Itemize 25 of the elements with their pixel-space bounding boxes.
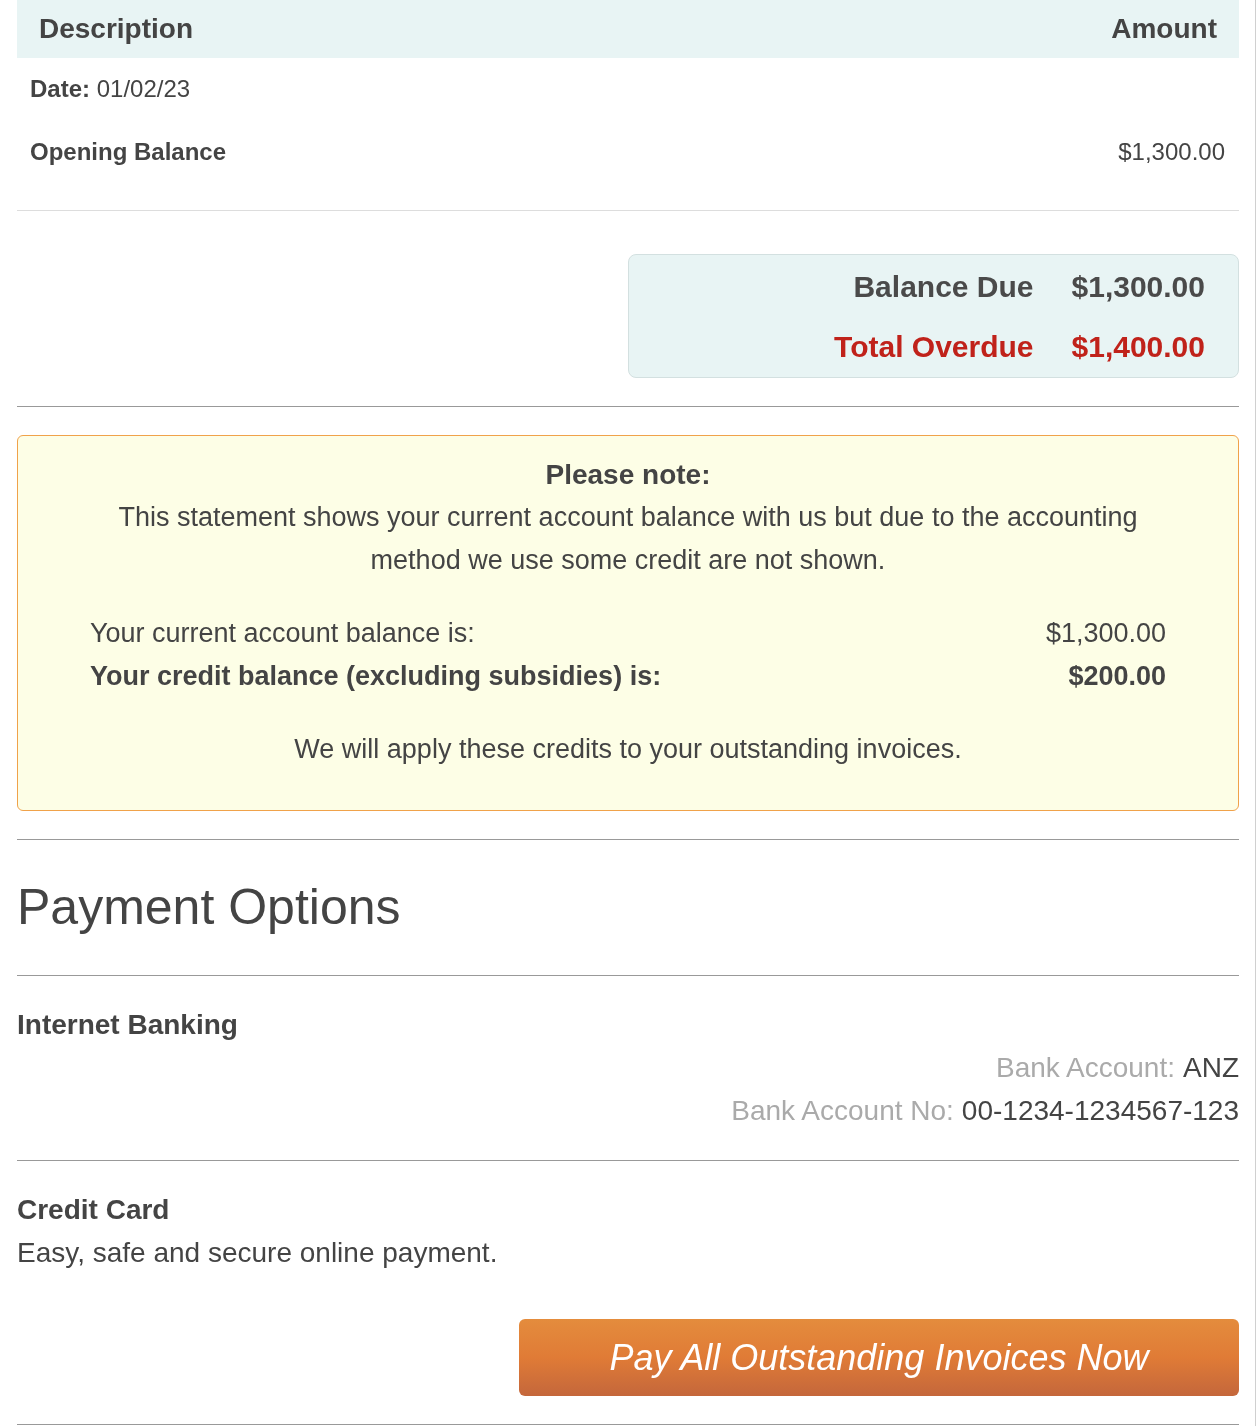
section-heading: Payment Options (17, 878, 401, 937)
payment-method-title: Credit Card (17, 1193, 170, 1227)
summary-label: Total Overdue (834, 328, 1034, 365)
summary-label: Balance Due (853, 268, 1034, 305)
bank-detail-label: Bank Account: (996, 1051, 1175, 1085)
balance-label: Your credit balance (excluding subsidies) is: (90, 660, 662, 693)
note-footer: We will apply these credits to your outstanding invoices. (294, 728, 962, 771)
item-description: Opening Balance (30, 137, 227, 167)
balance-amount: $200.00 (1068, 660, 1166, 693)
note-title: Please note: (545, 458, 711, 492)
balance-amount: $1,300.00 (1045, 617, 1166, 650)
bank-detail-value: ANZ (1183, 1051, 1239, 1085)
pay-button[interactable]: Pay All Outstanding Invoices Now (519, 1319, 1239, 1396)
payment-method-title: Internet Banking (17, 1008, 238, 1042)
summary-amount: $1,400.00 (1071, 328, 1205, 365)
note-message: This statement shows your current account balance with us but due to the accounting method we use some credit are not shown. (117, 501, 1139, 577)
balance-label: Your current account balance is: (90, 617, 475, 650)
date-text: Date: 01/02/23 (30, 74, 191, 104)
column-header: Description (39, 12, 194, 46)
column-header: Amount (1111, 12, 1217, 46)
bank-detail-value: 00-1234-1234567-123 (961, 1094, 1239, 1128)
summary-amount: $1,300.00 (1071, 268, 1205, 305)
item-amount: $1,300.00 (1118, 137, 1225, 167)
bank-detail-label: Bank Account No: (731, 1094, 954, 1128)
payment-method-description: Easy, safe and secure online payment. (17, 1236, 498, 1270)
